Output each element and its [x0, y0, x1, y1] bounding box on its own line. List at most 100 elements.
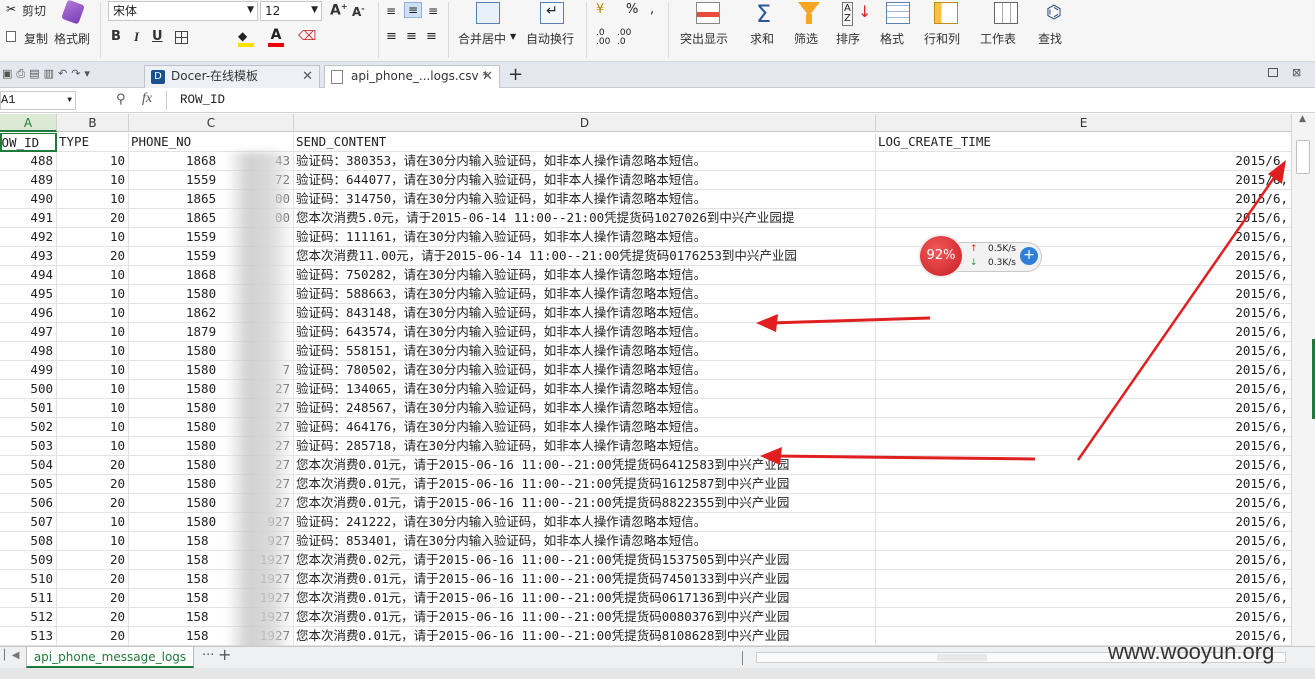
row-id-cell[interactable]: 505 — [0, 475, 57, 494]
type-cell[interactable]: 20 — [57, 456, 129, 475]
shrink-font-button[interactable]: A- — [352, 4, 365, 19]
align-left-icon[interactable]: ≡ — [386, 29, 397, 44]
time-cell[interactable]: 2015/6, — [876, 494, 1291, 513]
content-cell[interactable]: 您本次消费0.01元，请于2015-06-16 11:00--21:00凭提货码… — [294, 608, 876, 627]
align-bottom-icon[interactable]: ≡ — [428, 4, 438, 18]
type-cell[interactable]: 10 — [57, 266, 129, 285]
zoom-icon[interactable]: ⚲ — [116, 92, 126, 107]
type-cell[interactable]: 20 — [57, 627, 129, 646]
cell-header[interactable]: LOG_CREATE_TIME — [876, 133, 1291, 152]
time-cell[interactable]: 2015/6, — [876, 171, 1291, 190]
type-cell[interactable]: 20 — [57, 570, 129, 589]
type-cell[interactable]: 20 — [57, 551, 129, 570]
row-col-button[interactable]: 行和列 — [922, 2, 974, 48]
type-cell[interactable]: 10 — [57, 437, 129, 456]
type-cell[interactable]: 10 — [57, 285, 129, 304]
font-name-select[interactable]: 宋体 ▼ — [108, 1, 258, 21]
type-cell[interactable]: 20 — [57, 608, 129, 627]
boost-plus-icon[interactable]: + — [1020, 247, 1038, 265]
row-id-cell[interactable]: 511 — [0, 589, 57, 608]
find-button[interactable]: ⌬ 查找 — [1036, 2, 1080, 48]
cell-header[interactable]: PHONE_NO — [129, 133, 294, 152]
column-header-a[interactable]: A — [0, 114, 57, 132]
type-cell[interactable]: 10 — [57, 190, 129, 209]
row-id-cell[interactable]: 494 — [0, 266, 57, 285]
column-header-d[interactable]: D — [294, 114, 876, 132]
row-id-cell[interactable]: 510 — [0, 570, 57, 589]
content-cell[interactable]: 验证码：111161，请在30分内输入验证码，如非本人操作请忽略本短信。 — [294, 228, 876, 247]
row-id-cell[interactable]: 496 — [0, 304, 57, 323]
column-header-c[interactable]: C — [129, 114, 294, 132]
comma-button[interactable]: , — [650, 2, 654, 17]
row-id-cell[interactable]: 491 — [0, 209, 57, 228]
align-top-icon[interactable]: ≡ — [386, 4, 396, 18]
type-cell[interactable]: 10 — [57, 399, 129, 418]
content-cell[interactable]: 您本次消费0.01元，请于2015-06-16 11:00--21:00凭提货码… — [294, 570, 876, 589]
tab-docer[interactable]: D Docer-在线模板 ✕ — [144, 65, 320, 88]
time-cell[interactable]: 2015/6, — [876, 418, 1291, 437]
row-id-cell[interactable]: 497 — [0, 323, 57, 342]
type-cell[interactable]: 10 — [57, 304, 129, 323]
content-cell[interactable]: 您本次消费5.0元，请于2015-06-14 11:00--21:00凭提货码1… — [294, 209, 876, 228]
sum-button[interactable]: Σ 求和 — [746, 0, 786, 48]
sort-button[interactable]: AZ ↓ 排序 — [834, 2, 874, 48]
content-cell[interactable]: 您本次消费0.02元，请于2015-06-16 11:00--21:00凭提货码… — [294, 551, 876, 570]
formula-input[interactable]: ROW_ID — [180, 93, 225, 107]
highlight-button[interactable]: 突出显示 — [678, 2, 734, 48]
type-cell[interactable]: 20 — [57, 494, 129, 513]
type-cell[interactable]: 10 — [57, 380, 129, 399]
type-cell[interactable]: 10 — [57, 361, 129, 380]
clear-format-icon[interactable]: ⌫ — [298, 29, 316, 44]
type-cell[interactable]: 10 — [57, 228, 129, 247]
row-id-cell[interactable]: 499 — [0, 361, 57, 380]
row-id-cell[interactable]: 507 — [0, 513, 57, 532]
type-cell[interactable]: 10 — [57, 152, 129, 171]
cell-header[interactable]: SEND_CONTENT — [294, 133, 876, 152]
row-id-cell[interactable]: 503 — [0, 437, 57, 456]
fill-color-icon[interactable]: ◆ — [238, 29, 254, 47]
cell-header[interactable]: TYPE — [57, 133, 129, 152]
add-sheet-button[interactable]: + — [218, 645, 231, 664]
italic-button[interactable]: I — [134, 29, 139, 45]
time-cell[interactable]: 2015/6, — [876, 209, 1291, 228]
content-cell[interactable]: 验证码：643574，请在30分内输入验证码，如非本人操作请忽略本短信。 — [294, 323, 876, 342]
time-cell[interactable]: 2015/6, — [876, 551, 1291, 570]
time-cell[interactable]: 2015/6, — [876, 532, 1291, 551]
content-cell[interactable]: 验证码：843148，请在30分内输入验证码，如非本人操作请忽略本短信。 — [294, 304, 876, 323]
content-cell[interactable]: 验证码：780502，请在30分内输入验证码，如非本人操作请忽略本短信。 — [294, 361, 876, 380]
close-window-icon[interactable]: ⊠ — [1292, 66, 1301, 79]
percent-button[interactable]: % — [626, 2, 638, 17]
content-cell[interactable]: 验证码：248567，请在30分内输入验证码，如非本人操作请忽略本短信。 — [294, 399, 876, 418]
scroll-up-icon[interactable]: ▲ — [1299, 114, 1306, 124]
format-painter-button[interactable]: 格式刷 — [54, 0, 94, 48]
vertical-scrollbar[interactable]: ▲ — [1291, 114, 1315, 646]
row-id-cell[interactable]: 512 — [0, 608, 57, 627]
row-id-cell[interactable]: 509 — [0, 551, 57, 570]
time-cell[interactable]: 2015/6, — [876, 570, 1291, 589]
time-cell[interactable]: 2015/6, — [876, 361, 1291, 380]
filter-button[interactable]: 筛选 — [790, 2, 830, 48]
content-cell[interactable]: 您本次消费0.01元，请于2015-06-16 11:00--21:00凭提货码… — [294, 494, 876, 513]
scroll-thumb[interactable] — [1296, 140, 1310, 174]
cut-button[interactable]: ✂ 剪切 — [4, 2, 54, 18]
time-cell[interactable]: 2015/6, — [876, 380, 1291, 399]
increase-decimal-icon[interactable]: .0.00 — [596, 29, 610, 47]
new-tab-button[interactable]: + — [508, 64, 523, 85]
row-id-cell[interactable]: 513 — [0, 627, 57, 646]
content-cell[interactable]: 验证码：241222，请在30分内输入验证码，如非本人操作请忽略本短信。 — [294, 513, 876, 532]
name-box[interactable]: A1 ▼ — [0, 91, 76, 110]
time-cell[interactable]: 2015/6, — [876, 304, 1291, 323]
close-icon[interactable]: ✕ — [482, 66, 493, 87]
decrease-decimal-icon[interactable]: .00.0 — [617, 29, 631, 47]
align-middle-icon[interactable]: ≡ — [404, 2, 422, 18]
time-cell[interactable]: 2015/6, — [876, 152, 1291, 171]
type-cell[interactable]: 10 — [57, 513, 129, 532]
cell-a1[interactable]: ROW_ID — [0, 133, 57, 152]
type-cell[interactable]: 20 — [57, 589, 129, 608]
type-cell[interactable]: 20 — [57, 209, 129, 228]
merge-center-button[interactable]: 合并居中 ▼ — [456, 2, 520, 48]
time-cell[interactable]: 2015/6, — [876, 513, 1291, 532]
time-cell[interactable]: 2015/6, — [876, 608, 1291, 627]
align-right-icon[interactable]: ≡ — [426, 29, 437, 44]
wrap-text-button[interactable]: ↵ 自动换行 — [526, 2, 580, 48]
